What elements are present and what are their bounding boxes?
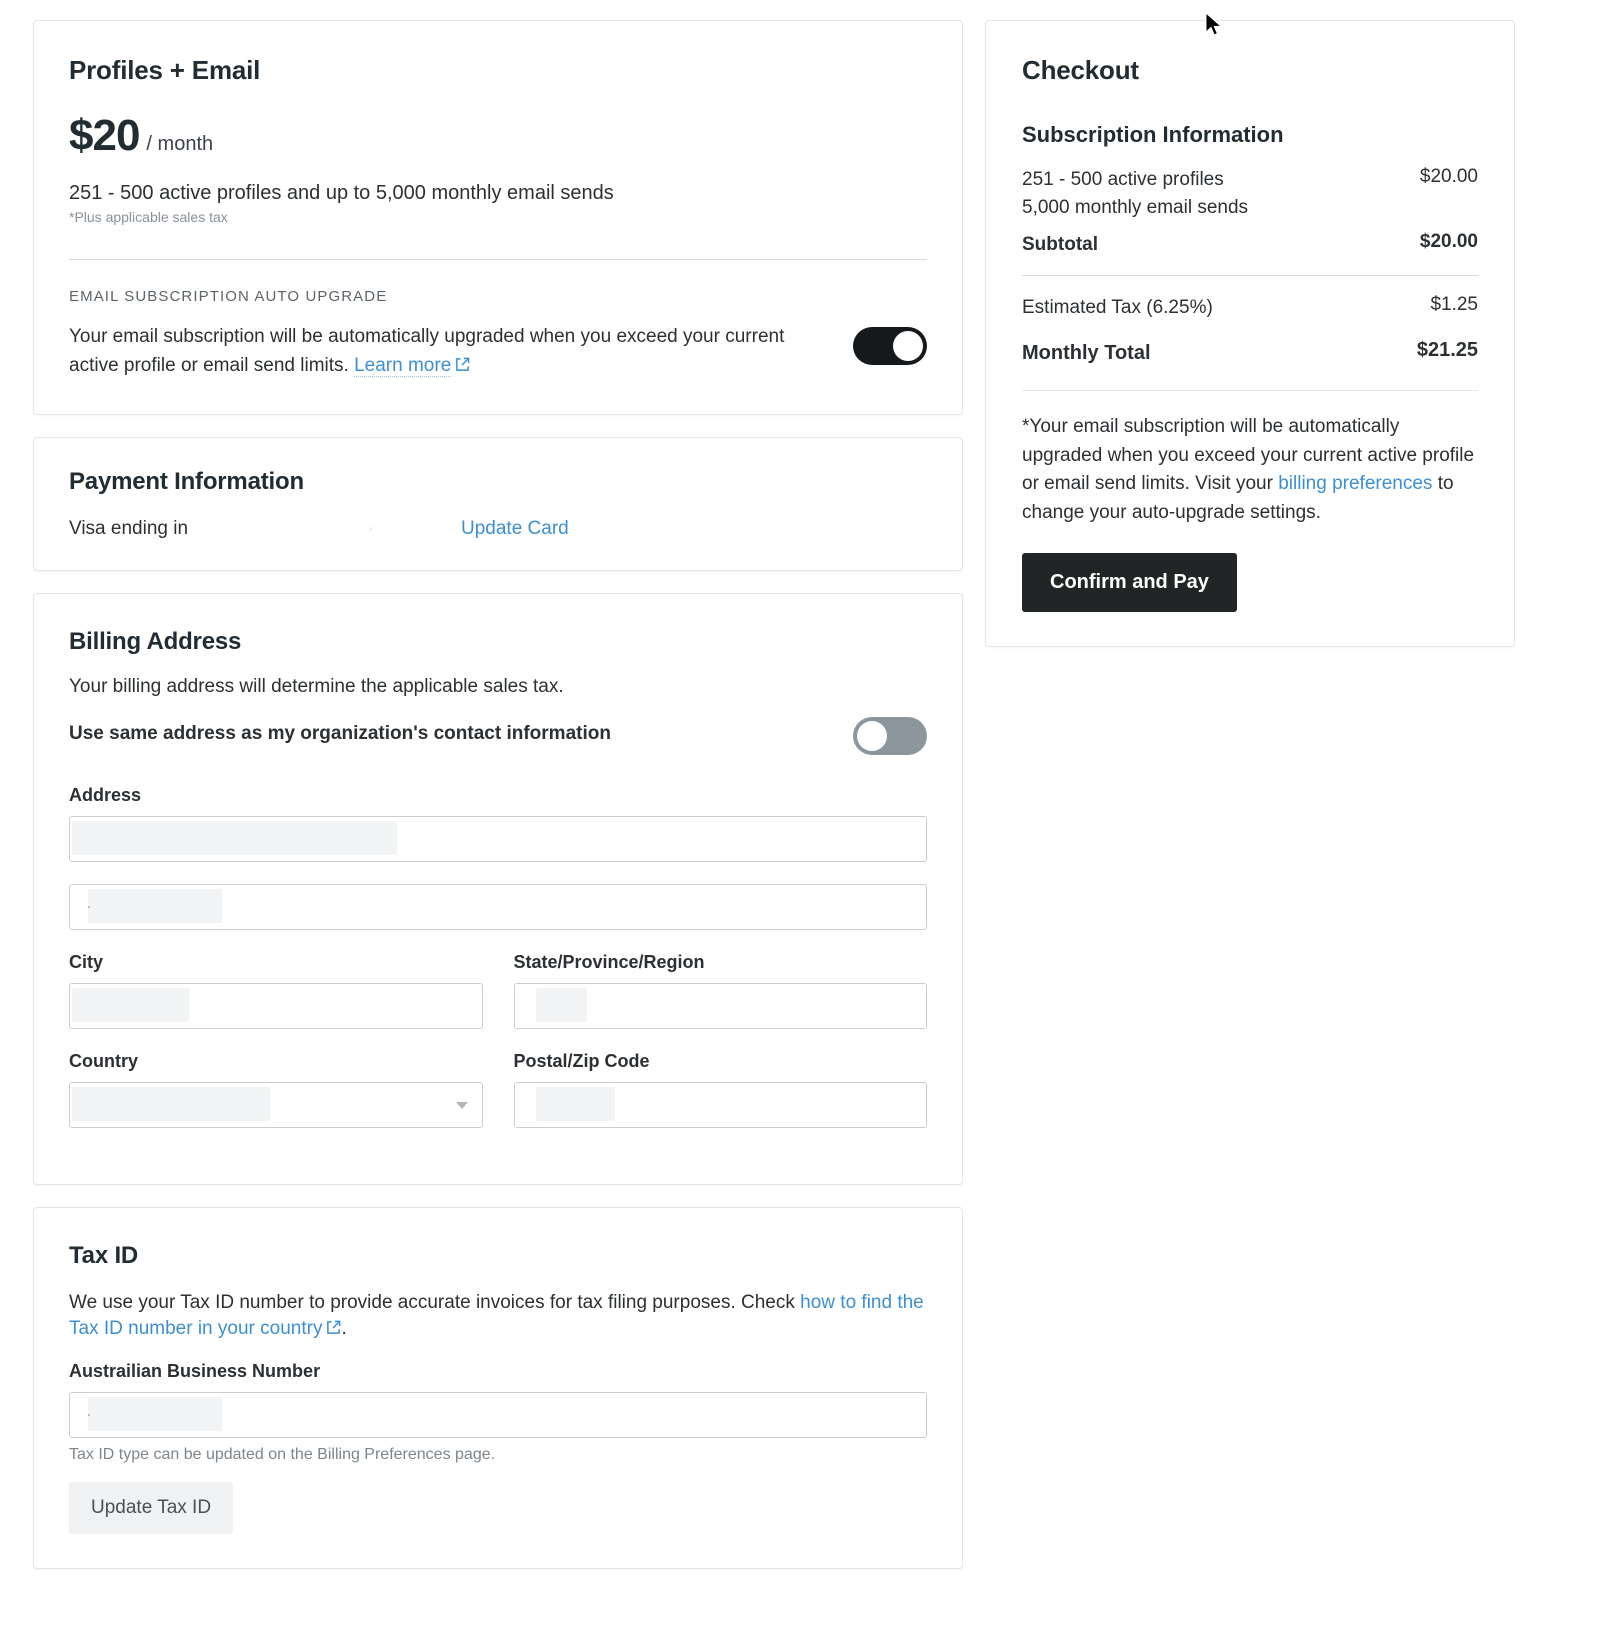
plan-price-amount: $20	[69, 111, 140, 160]
confirm-and-pay-button[interactable]: Confirm and Pay	[1022, 553, 1237, 613]
plan-price-period: / month	[146, 133, 214, 155]
tax-id-description: We use your Tax ID number to provide acc…	[69, 1290, 927, 1343]
toggle-knob	[893, 331, 923, 361]
address-line2-caret	[88, 905, 90, 908]
address-line1-input[interactable]	[69, 815, 927, 862]
plan-price-row: $20 / month	[69, 114, 927, 158]
postal-label: Postal/Zip Code	[513, 1050, 650, 1071]
subscription-line-item: 251 - 500 active profiles 5,000 monthly …	[1022, 166, 1478, 221]
subscription-line-item-value: $20.00	[1419, 166, 1478, 187]
tax-id-input[interactable]	[69, 1391, 927, 1438]
tax-id-redacted	[88, 1396, 222, 1431]
postal-field-group: Postal/Zip Code	[513, 1050, 927, 1150]
payment-information-title: Payment Information	[69, 468, 304, 495]
billing-checkout-page: Profiles + Email $20 / month 251 - 500 a…	[0, 0, 1610, 1642]
city-input[interactable]	[69, 982, 483, 1029]
card-label: Visa ending in	[69, 518, 189, 539]
tax-id-title: Tax ID	[69, 1241, 139, 1269]
update-tax-id-button[interactable]: Update Tax ID	[69, 1481, 234, 1534]
subtotal-label: Subtotal	[1022, 234, 1098, 256]
external-link-icon	[455, 357, 470, 372]
country-postal-row: Country Postal/Zip Code	[69, 1051, 927, 1150]
plan-title: Profiles + Email	[69, 55, 261, 85]
state-redacted	[535, 987, 587, 1022]
auto-upgrade-description: Your email subscription will be automati…	[69, 323, 809, 380]
auto-upgrade-kicker: EMAIL SUBSCRIPTION AUTO UPGRADE	[69, 288, 388, 305]
city-label: City	[69, 951, 104, 972]
right-column: Checkout Subscription Information 251 - …	[985, 20, 1515, 648]
subtotal-row: Subtotal $20.00	[1022, 231, 1478, 259]
state-input[interactable]	[513, 982, 927, 1029]
country-redacted	[72, 1086, 270, 1121]
estimated-tax-row: Estimated Tax (6.25%) $1.25	[1022, 294, 1478, 322]
country-select[interactable]	[69, 1081, 483, 1128]
chevron-down-icon	[455, 1101, 468, 1109]
subscription-information-title: Subscription Information	[1022, 122, 1284, 147]
auto-upgrade-row: Your email subscription will be automati…	[69, 323, 927, 380]
monthly-total-value: $21.25	[1416, 339, 1478, 362]
postal-input[interactable]	[513, 1081, 927, 1128]
billing-address-card: Billing Address Your billing address wil…	[33, 593, 963, 1185]
tax-id-hint: Tax ID type can be updated on the Billin…	[69, 1445, 496, 1463]
external-link-icon	[326, 1320, 341, 1335]
monthly-total-label: Monthly Total	[1022, 342, 1151, 365]
address-line1-redacted	[72, 820, 397, 855]
left-column: Profiles + Email $20 / month 251 - 500 a…	[33, 20, 963, 1591]
city-redacted	[72, 987, 189, 1022]
checkout-divider-2	[1022, 390, 1478, 392]
tax-id-description-text: We use your Tax ID number to provide acc…	[69, 1291, 795, 1313]
tax-id-caret	[88, 1413, 90, 1416]
city-state-row: City State/Province/Region	[69, 952, 927, 1051]
address-label: Address	[69, 784, 142, 805]
subscription-line-item-label-line1: 251 - 500 active profiles	[1022, 169, 1224, 190]
state-label: State/Province/Region	[513, 951, 705, 972]
same-address-row: Use same address as my organization's co…	[69, 713, 927, 755]
learn-more-link[interactable]: Learn more	[354, 354, 452, 377]
update-card-link[interactable]: Update Card	[461, 518, 569, 540]
auto-upgrade-toggle[interactable]	[853, 327, 927, 365]
state-field-group: State/Province/Region	[513, 951, 927, 1051]
billing-preferences-link[interactable]: billing preferences	[1278, 473, 1432, 494]
estimated-tax-label: Estimated Tax (6.25%)	[1022, 296, 1213, 318]
address-line2-input[interactable]	[69, 883, 927, 930]
plan-tax-note: *Plus applicable sales tax	[69, 209, 228, 225]
monthly-total-row: Monthly Total $21.25	[1022, 339, 1478, 368]
city-field-group: City	[69, 952, 483, 1051]
tax-id-field-label: Austrailian Business Number	[69, 1360, 321, 1381]
address-line2-redacted	[88, 888, 222, 923]
tax-id-description-end: .	[341, 1318, 347, 1340]
toggle-knob	[857, 720, 887, 751]
country-field-group: Country	[69, 1051, 483, 1150]
same-address-label: Use same address as my organization's co…	[69, 722, 611, 744]
subscription-line-item-label-line2: 5,000 monthly email sends	[1022, 196, 1249, 218]
billing-address-description: Your billing address will determine the …	[69, 676, 564, 697]
plan-divider	[69, 259, 927, 260]
card-last4-redacted	[369, 527, 373, 531]
checkout-title: Checkout	[1022, 55, 1139, 85]
checkout-footnote: *Your email subscription will be automat…	[1022, 413, 1478, 527]
estimated-tax-value: $1.25	[1430, 293, 1478, 315]
postal-redacted	[535, 1086, 615, 1121]
checkout-card: Checkout Subscription Information 251 - …	[985, 20, 1515, 648]
payment-information-card: Payment Information Visa ending in Updat…	[33, 437, 963, 571]
tax-id-card: Tax ID We use your Tax ID number to prov…	[33, 1206, 963, 1569]
checkout-divider-1	[1022, 274, 1478, 276]
subscription-line-item-label: 251 - 500 active profiles 5,000 monthly …	[1022, 166, 1248, 221]
payment-card-row: Visa ending in Update Card	[69, 518, 927, 540]
subtotal-value: $20.00	[1419, 231, 1478, 253]
same-address-toggle[interactable]	[853, 716, 927, 755]
country-label: Country	[69, 1050, 138, 1071]
plan-description: 251 - 500 active profiles and up to 5,00…	[69, 182, 614, 204]
plan-card: Profiles + Email $20 / month 251 - 500 a…	[33, 20, 963, 415]
billing-address-title: Billing Address	[69, 628, 242, 655]
